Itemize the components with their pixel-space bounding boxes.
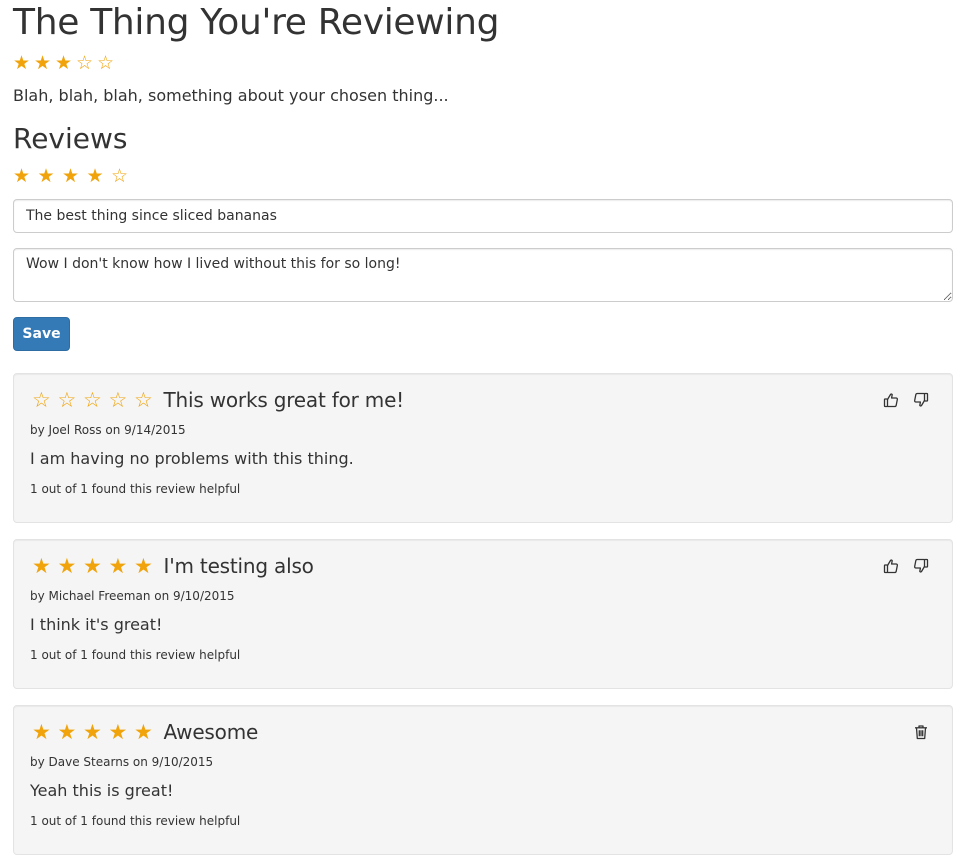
save-button[interactable]: Save — [13, 317, 70, 351]
star-filled-icon: ★ — [57, 553, 77, 578]
star-filled-icon: ★ — [55, 51, 73, 74]
star-filled-icon: ★ — [108, 553, 128, 578]
review-body: I think it's great! — [30, 615, 163, 634]
thumbs-down-icon[interactable] — [912, 557, 930, 575]
star-filled-icon: ★ — [57, 719, 77, 744]
thing-title: The Thing You're Reviewing — [13, 2, 500, 43]
star-filled-icon: ★ — [34, 51, 52, 74]
review-helpful-count: 1 out of 1 found this review helpful — [30, 814, 241, 828]
thumbs-up-icon[interactable] — [882, 557, 900, 575]
review-title: Awesome — [163, 720, 259, 744]
thumbs-up-icon[interactable] — [882, 391, 900, 409]
star-filled-icon[interactable]: ★ — [62, 166, 87, 186]
star-empty-icon: ☆ — [76, 51, 94, 74]
star-empty-icon: ☆ — [57, 387, 77, 412]
thing-description: Blah, blah, blah, something about your c… — [13, 86, 449, 105]
review-body: I am having no problems with this thing. — [30, 449, 354, 468]
review-card: ★ ★ ★ ★ ★ Awesome by Dave Stearns on 9/10/2015… — [13, 705, 953, 855]
review-form-rating[interactable]: ★ ★ ★ ★ ☆ — [13, 165, 953, 187]
review-header: ☆ ☆ ☆ ☆ ☆ This works great for me! — [32, 388, 404, 412]
review-header: ★ ★ ★ ★ ★ I'm testing also — [32, 554, 314, 578]
star-filled-icon[interactable]: ★ — [87, 166, 112, 186]
star-filled-icon: ★ — [83, 553, 102, 578]
review-rating: ★ ★ ★ ★ ★ — [32, 719, 160, 744]
review-body-input[interactable]: Wow I don't know how I lived without thi… — [13, 248, 953, 302]
review-author-date: by Dave Stearns on 9/10/2015 — [30, 755, 214, 769]
review-actions — [912, 723, 930, 741]
thumbs-down-icon[interactable] — [912, 391, 930, 409]
review-helpful-count: 1 out of 1 found this review helpful — [30, 482, 241, 496]
star-filled-icon[interactable]: ★ — [38, 166, 63, 186]
star-empty-icon: ☆ — [83, 387, 102, 412]
star-filled-icon: ★ — [83, 719, 102, 744]
star-empty-icon: ☆ — [32, 387, 51, 412]
review-actions — [882, 557, 930, 575]
review-author-date: by Joel Ross on 9/14/2015 — [30, 423, 186, 437]
review-header: ★ ★ ★ ★ ★ Awesome — [32, 720, 258, 744]
reviews-heading: Reviews — [13, 122, 128, 155]
star-filled-icon: ★ — [13, 51, 31, 74]
star-filled-icon: ★ — [32, 553, 51, 578]
star-filled-icon: ★ — [134, 553, 153, 578]
review-card: ☆ ☆ ☆ ☆ ☆ This works great for me! by Joel Ros… — [13, 373, 953, 523]
star-filled-icon[interactable]: ★ — [13, 166, 38, 186]
star-empty-icon: ☆ — [108, 387, 128, 412]
review-author-date: by Michael Freeman on 9/10/2015 — [30, 589, 235, 603]
star-empty-icon: ☆ — [97, 51, 115, 74]
star-empty-icon: ☆ — [134, 387, 153, 412]
review-title: This works great for me! — [163, 388, 405, 412]
thing-rating: ★ ★ ★ ☆ ☆ — [13, 53, 953, 73]
review-rating: ★ ★ ★ ★ ★ — [32, 553, 160, 578]
star-filled-icon: ★ — [108, 719, 128, 744]
review-card: ★ ★ ★ ★ ★ I'm testing also by Michael Freeman … — [13, 539, 953, 689]
review-actions — [882, 391, 930, 409]
star-filled-icon: ★ — [134, 719, 153, 744]
star-empty-icon[interactable]: ☆ — [111, 166, 136, 186]
review-title-input[interactable] — [13, 199, 953, 233]
review-helpful-count: 1 out of 1 found this review helpful — [30, 648, 241, 662]
page: The Thing You're Reviewing ★ ★ ★ ☆ ☆ Blah, b… — [13, 0, 953, 351]
star-filled-icon: ★ — [32, 719, 51, 744]
trash-icon[interactable] — [912, 723, 930, 741]
review-title: I'm testing also — [163, 554, 314, 578]
review-rating: ☆ ☆ ☆ ☆ ☆ — [32, 387, 160, 412]
review-body: Yeah this is great! — [30, 781, 174, 800]
